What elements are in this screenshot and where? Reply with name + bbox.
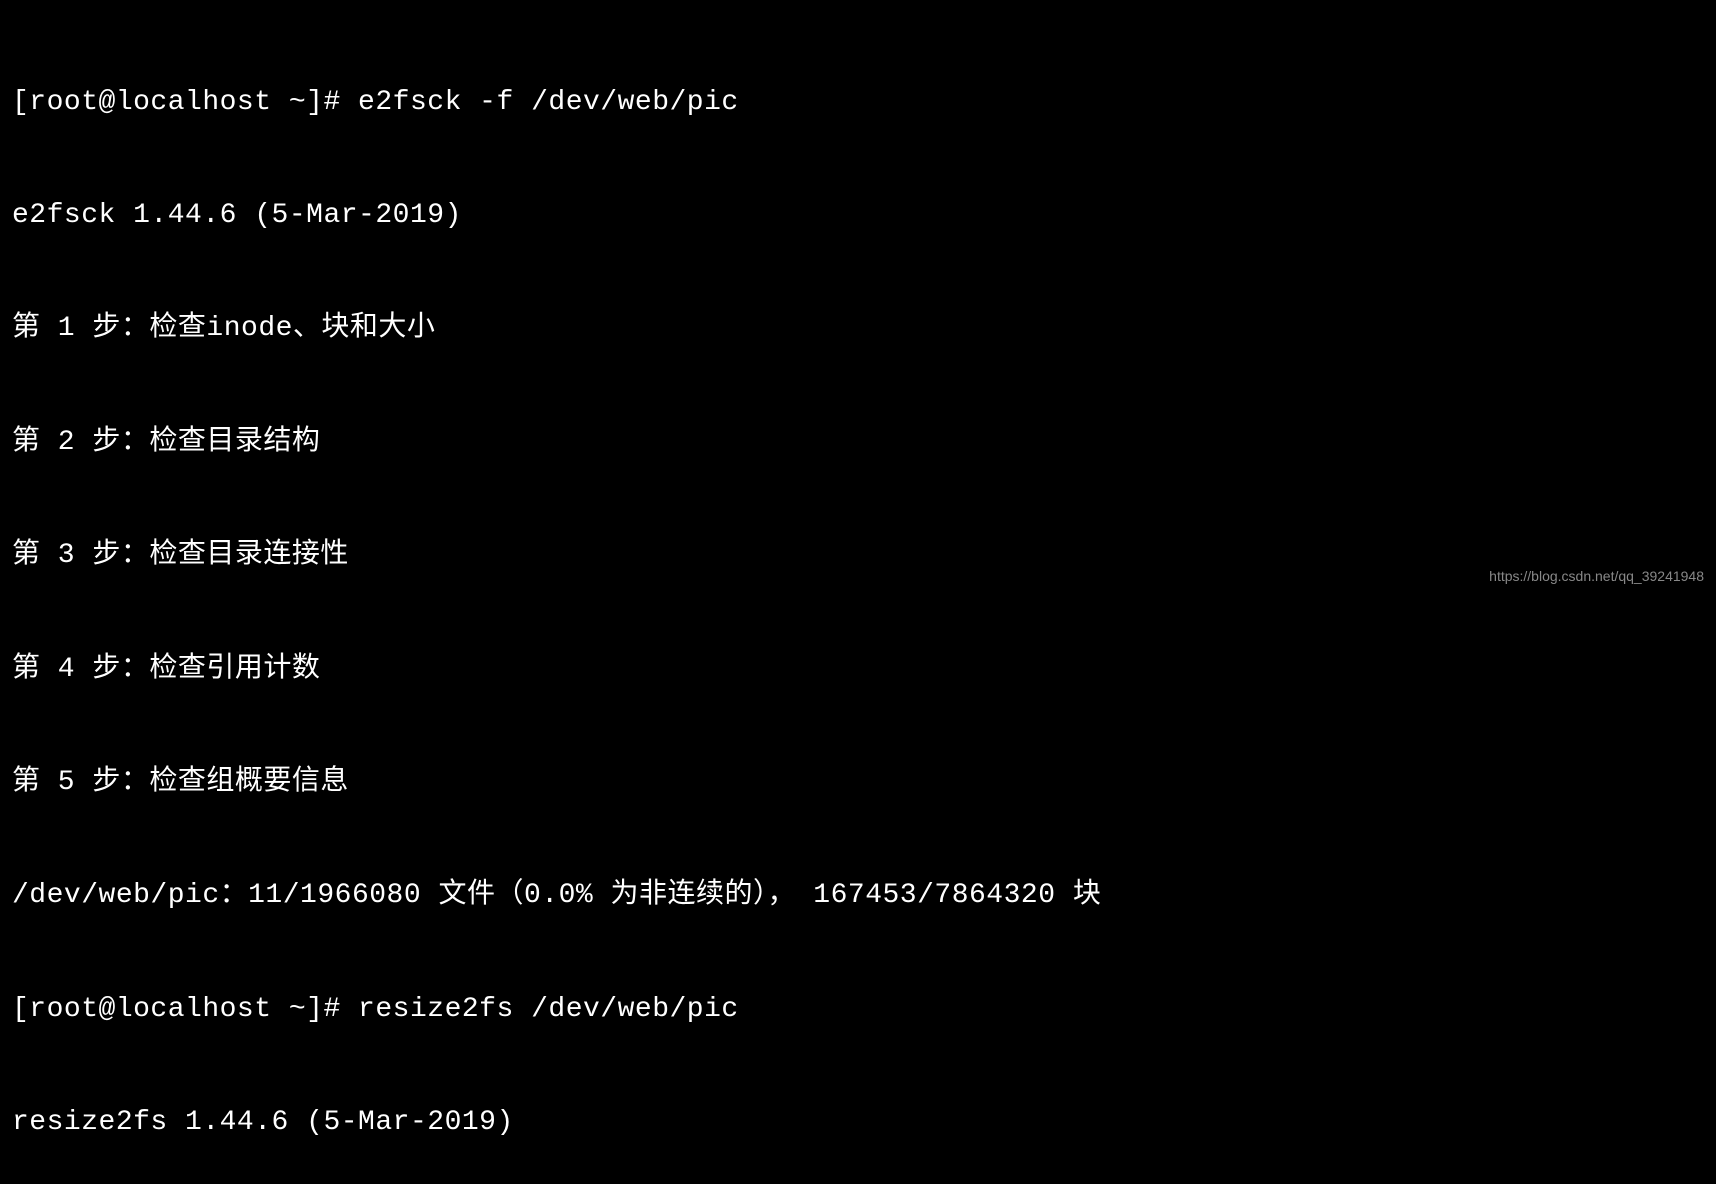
terminal-output[interactable]: [root@localhost ~]# e2fsck -f /dev/web/p… [12, 8, 1704, 1184]
terminal-line: 第 5 步：检查组概要信息 [12, 764, 1704, 802]
terminal-line: 第 3 步：检查目录连接性 [12, 537, 1704, 575]
terminal-line: [root@localhost ~]# resize2fs /dev/web/p… [12, 991, 1704, 1029]
terminal-line: 第 4 步：检查引用计数 [12, 651, 1704, 689]
terminal-line: [root@localhost ~]# e2fsck -f /dev/web/p… [12, 84, 1704, 122]
terminal-line: e2fsck 1.44.6 (5-Mar-2019) [12, 197, 1704, 235]
terminal-line: resize2fs 1.44.6 (5-Mar-2019) [12, 1104, 1704, 1142]
terminal-line: 第 2 步：检查目录结构 [12, 424, 1704, 462]
watermark-text: https://blog.csdn.net/qq_39241948 [1489, 567, 1704, 586]
terminal-line: 第 1 步：检查inode、块和大小 [12, 310, 1704, 348]
terminal-line: /dev/web/pic：11/1966080 文件（0.0% 为非连续的）， … [12, 877, 1704, 915]
